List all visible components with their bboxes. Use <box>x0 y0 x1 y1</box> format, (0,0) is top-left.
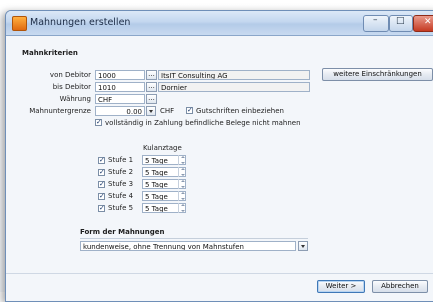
waehrung-lookup-button[interactable]: ... <box>146 94 157 104</box>
gutschriften-label: Gutschriften einbeziehen <box>196 107 284 115</box>
mahnuntergrenze-dropdown-icon[interactable] <box>146 106 156 116</box>
form-heading: Form der Mahnungen <box>80 228 165 236</box>
form-dropdown-icon[interactable] <box>298 241 308 251</box>
mahnuntergrenze-label: Mahnuntergrenze <box>29 107 91 115</box>
mahnuntergrenze-input[interactable]: 0.00 <box>95 106 145 116</box>
von-debitor-lookup-button[interactable]: ... <box>146 70 157 80</box>
stufe-3-spinner[interactable] <box>178 179 185 189</box>
weitere-einschraenkungen-button[interactable]: weitere Einschränkungen <box>322 68 433 81</box>
vollstaendig-label: vollständig in Zahlung befindliche Beleg… <box>105 119 301 127</box>
footer-separator <box>6 273 433 274</box>
title-bar[interactable]: Mahnungen erstellen – □ ✕ <box>6 11 433 36</box>
waehrung-label: Währung <box>59 95 91 103</box>
von-debitor-label: von Debitor <box>49 71 91 79</box>
close-icon: ✕ <box>424 17 432 27</box>
stufe-4-checkbox[interactable]: ✓ <box>98 193 105 200</box>
dialog-window: Mahnungen erstellen – □ ✕ Mahnkriterien … <box>5 10 433 302</box>
section-heading-criteria: Mahnkriterien <box>22 49 78 57</box>
stufe-4-label: Stufe 4 <box>108 192 134 200</box>
maximize-button[interactable]: □ <box>389 15 413 32</box>
stufe-2-spinner[interactable] <box>178 167 185 177</box>
stufe-3-label: Stufe 3 <box>108 180 134 188</box>
mahnuntergrenze-currency: CHF <box>160 107 175 115</box>
maximize-icon: □ <box>396 16 405 26</box>
stufe-5-spinner[interactable] <box>178 203 185 213</box>
weiter-button[interactable]: Weiter > <box>317 280 365 293</box>
von-debitor-input[interactable]: 1000 <box>95 70 145 80</box>
waehrung-input[interactable]: CHF <box>95 94 145 104</box>
form-separator <box>80 238 308 239</box>
stufe-2-checkbox[interactable]: ✓ <box>98 169 105 176</box>
minimize-icon: – <box>373 15 378 25</box>
stufe-5-checkbox[interactable]: ✓ <box>98 205 105 212</box>
vollstaendig-checkbox[interactable]: ✓ <box>95 119 102 126</box>
stufe-1-label: Stufe 1 <box>108 156 134 164</box>
stufe-4-spinner[interactable] <box>178 191 185 201</box>
stufe-3-checkbox[interactable]: ✓ <box>98 181 105 188</box>
minimize-button[interactable]: – <box>363 15 389 32</box>
bis-debitor-name: Dornier <box>158 82 310 92</box>
window-title: Mahnungen erstellen <box>30 17 131 28</box>
stufe-2-label: Stufe 2 <box>108 168 134 176</box>
form-select[interactable]: kundenweise, ohne Trennung von Mahnstufe… <box>80 241 296 251</box>
stufe-1-spinner[interactable] <box>178 155 185 165</box>
bis-debitor-input[interactable]: 1010 <box>95 82 145 92</box>
abbrechen-button[interactable]: Abbrechen <box>372 280 428 293</box>
dialog-content: Mahnkriterien von Debitor 1000 ... ItsIT… <box>6 36 433 301</box>
von-debitor-name: ItsIT Consulting AG <box>158 70 310 80</box>
close-button[interactable]: ✕ <box>413 15 433 32</box>
app-icon <box>12 16 27 31</box>
stufe-1-checkbox[interactable]: ✓ <box>98 157 105 164</box>
gutschriften-checkbox[interactable]: ✓ <box>186 107 193 114</box>
bis-debitor-label: bis Debitor <box>52 83 91 91</box>
stufe-5-label: Stufe 5 <box>108 204 134 212</box>
bis-debitor-lookup-button[interactable]: ... <box>146 82 157 92</box>
kulanztage-heading: Kulanztage <box>143 144 182 152</box>
